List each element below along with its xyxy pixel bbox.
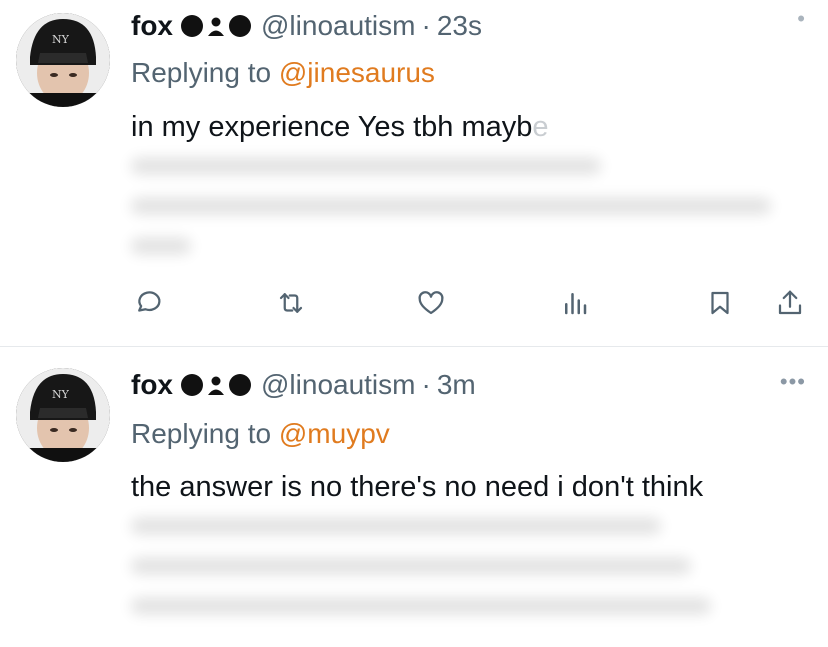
bookmark-icon	[711, 291, 729, 315]
reply-button[interactable]	[130, 285, 166, 321]
replying-to-label: Replying to	[131, 418, 279, 449]
name-emoji	[181, 374, 251, 396]
timestamp[interactable]: 23s	[437, 10, 482, 42]
tweet-text-visible: in my experience Yes tbh mayb	[131, 111, 533, 143]
retweet-button[interactable]	[273, 285, 309, 321]
bookmark-button[interactable]	[702, 285, 738, 321]
tweet[interactable]: NY fox @linoautism · 3m ••• Replying to …	[0, 347, 828, 647]
display-name[interactable]: fox	[131, 369, 173, 401]
replying-to: Replying to @jinesaurus	[131, 57, 435, 89]
mention-link[interactable]: @muypv	[279, 418, 390, 449]
share-icon	[778, 290, 802, 315]
separator: ·	[421, 10, 431, 41]
user-handle[interactable]: @linoautism	[261, 369, 415, 401]
tweet-header: fox @linoautism · 23s	[131, 10, 482, 42]
blurred-text-shape	[131, 158, 771, 254]
heart-icon	[418, 291, 444, 315]
retweet-icon	[279, 293, 303, 313]
views-icon	[565, 293, 587, 315]
avatar[interactable]: NY	[16, 368, 110, 462]
blurred-text-overlay	[131, 510, 771, 640]
timestamp[interactable]: 3m	[437, 369, 476, 401]
replying-to-label: Replying to	[131, 57, 279, 88]
user-handle[interactable]: @linoautism	[261, 10, 415, 42]
tweet[interactable]: NY fox @linoautism · 23s • Replying to @…	[0, 0, 828, 346]
svg-text:NY: NY	[52, 33, 70, 46]
more-options-icon[interactable]: •	[797, 6, 806, 32]
more-options-icon[interactable]: •••	[780, 369, 806, 395]
separator: ·	[421, 369, 431, 400]
tweet-header: fox @linoautism · 3m	[131, 369, 476, 401]
avatar-image: NY	[16, 13, 110, 107]
blurred-text-overlay	[131, 150, 771, 280]
tweet-actions	[0, 285, 828, 325]
avatar[interactable]: NY	[16, 13, 110, 107]
name-emoji	[181, 15, 251, 37]
tweet-text: the answer is no there's no need i don't…	[131, 471, 704, 503]
share-button[interactable]	[772, 285, 808, 321]
blurred-text-shape	[131, 518, 711, 614]
svg-text:NY: NY	[52, 388, 70, 401]
replying-to: Replying to @muypv	[131, 418, 390, 450]
tweet-text-faded: e	[532, 111, 549, 143]
like-button[interactable]	[413, 285, 449, 321]
display-name[interactable]: fox	[131, 10, 173, 42]
views-button[interactable]	[557, 285, 593, 321]
mention-link[interactable]: @jinesaurus	[279, 57, 435, 88]
avatar-image: NY	[16, 368, 110, 462]
tweet-text: in my experience Yes tbh maybe	[131, 111, 549, 143]
reply-icon	[138, 291, 161, 312]
